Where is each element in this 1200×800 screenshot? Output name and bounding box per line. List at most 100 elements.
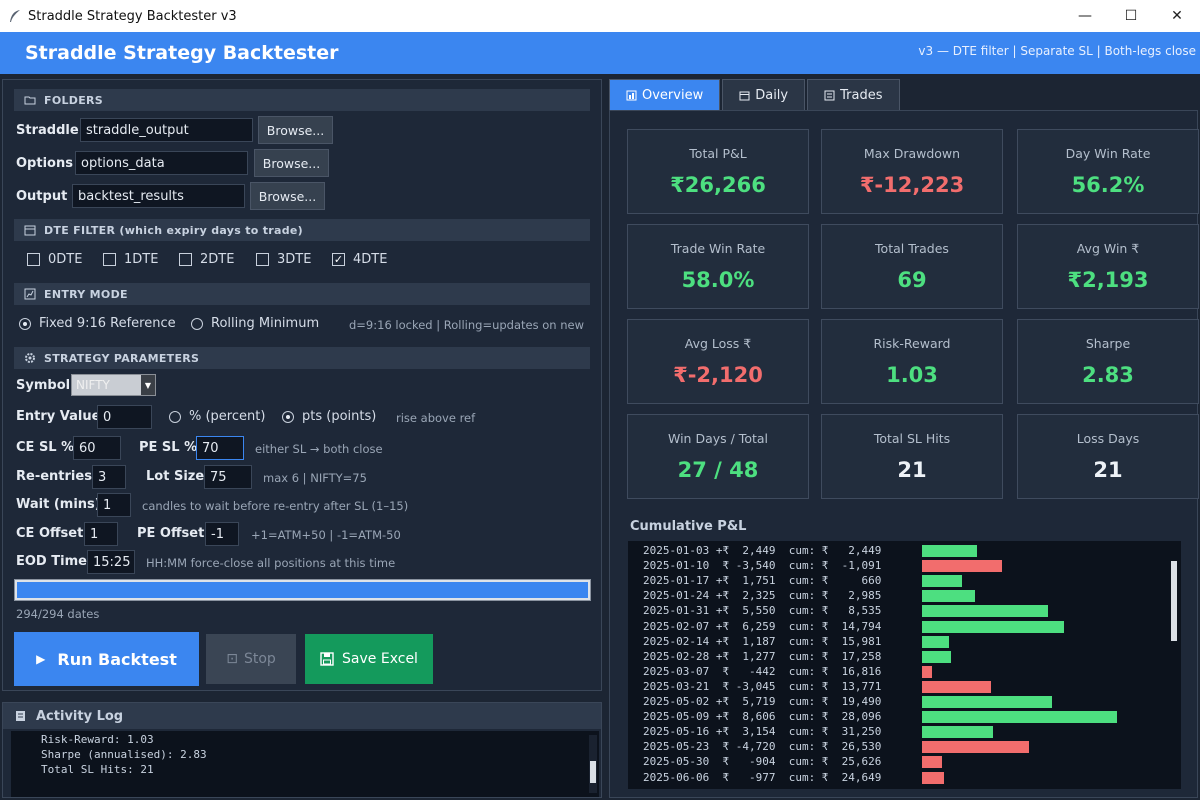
symbol-select[interactable]: NIFTY ▼ — [71, 374, 156, 396]
percent-radio[interactable]: % (percent) — [169, 409, 265, 424]
close-button[interactable]: ✕ — [1154, 0, 1200, 32]
loss-bar — [922, 771, 944, 784]
pe-sl-label: PE SL % — [139, 440, 198, 455]
profit-bar — [922, 545, 977, 557]
maximize-button[interactable]: ☐ — [1108, 0, 1154, 32]
gear-icon — [25, 353, 35, 363]
tab-daily[interactable]: Daily — [722, 79, 806, 110]
eod-time-input[interactable]: 15:25 — [87, 550, 135, 574]
output-browse-button[interactable]: Browse... — [250, 182, 325, 210]
cumulative-row: 2025-03-21 ₹ -3,045 cum: ₹ 13,771 — [628, 679, 1181, 694]
cumulative-row-text: 2025-01-17 +₹ 1,751 cum: ₹ 660 — [643, 574, 882, 588]
activity-log-text[interactable]: Risk-Reward: 1.03 Sharpe (annualised): 2… — [11, 731, 599, 797]
entry-value-input[interactable]: 0 — [97, 405, 152, 429]
wait-label: Wait (mins) — [16, 497, 101, 512]
log-scrollbar-thumb[interactable] — [590, 761, 596, 783]
output-folder-input[interactable]: backtest_results — [72, 184, 245, 208]
ce-sl-input[interactable]: 60 — [73, 436, 121, 460]
options-browse-button[interactable]: Browse... — [254, 149, 329, 177]
cumulative-row-text: 2025-02-14 +₹ 1,187 cum: ₹ 15,981 — [643, 634, 882, 648]
dte-4-checkbox[interactable]: ✓ 4DTE — [332, 252, 387, 267]
cumulative-row-text: 2025-05-02 +₹ 5,719 cum: ₹ 19,490 — [643, 695, 882, 708]
wait-input[interactable]: 1 — [97, 493, 131, 517]
stat-value: 2.83 — [1082, 363, 1134, 387]
stat-label: Total SL Hits — [873, 431, 951, 446]
output-label: Output — [16, 189, 68, 204]
profit-bar — [922, 711, 1117, 724]
app-header: Straddle Strategy Backtester v3 — DTE fi… — [0, 32, 1200, 74]
cumulative-row-text: 2025-01-03 +₹ 2,449 cum: ₹ 2,449 — [643, 544, 882, 557]
chevron-down-icon: ▼ — [141, 375, 155, 395]
run-backtest-button[interactable]: ▶ Run Backtest — [14, 632, 199, 686]
straddle-browse-button[interactable]: Browse... — [258, 116, 333, 144]
dte-2-checkbox[interactable]: 2DTE — [179, 252, 234, 267]
cumulative-row: 2025-02-14 +₹ 1,187 cum: ₹ 15,981 — [628, 634, 1181, 649]
stat-label: Day Win Rate — [1065, 146, 1151, 161]
chart-icon — [24, 288, 36, 300]
profit-bar — [922, 605, 1048, 618]
rolling-minimum-radio[interactable]: Rolling Minimum — [191, 316, 319, 331]
stat-value: ₹-12,223 — [859, 173, 965, 197]
dte-1-checkbox[interactable]: 1DTE — [103, 252, 158, 267]
minimize-button[interactable]: — — [1062, 0, 1108, 32]
eod-time-label: EOD Time — [16, 554, 87, 569]
options-folder-input[interactable]: options_data — [75, 151, 248, 175]
stat-card: Total SL Hits 21 — [821, 414, 1003, 499]
cumulative-row: 2025-01-31 +₹ 5,550 cum: ₹ 8,535 — [628, 603, 1181, 618]
cumulative-row-text: 2025-05-09 +₹ 8,606 cum: ₹ 28,096 — [643, 710, 882, 724]
stat-card: Total P&L ₹26,266 — [627, 129, 809, 214]
cumulative-row: 2025-02-28 +₹ 1,277 cum: ₹ 17,258 — [628, 649, 1181, 664]
options-label: Options — [16, 156, 73, 171]
entry-value-label: Entry Value — [16, 409, 101, 424]
save-excel-button[interactable]: Save Excel — [305, 634, 433, 684]
stat-value: 27 / 48 — [677, 458, 759, 482]
cumulative-pnl-list[interactable]: 2025-01-03 +₹ 2,449 cum: ₹ 2,449 2025-01-… — [628, 541, 1181, 789]
pe-offset-input[interactable]: -1 — [205, 522, 239, 546]
cumulative-row-text: 2025-02-28 +₹ 1,277 cum: ₹ 17,258 — [643, 649, 882, 663]
points-radio[interactable]: pts (points) — [282, 409, 376, 424]
stat-value: 56.2% — [1071, 173, 1145, 197]
stat-value: 21 — [897, 458, 927, 482]
stat-card: Win Days / Total 27 / 48 — [627, 414, 809, 499]
reentries-input[interactable]: 3 — [92, 465, 126, 489]
results-tabs: Overview Daily Trades — [609, 79, 902, 111]
cumulative-row: 2025-05-16 +₹ 3,154 cum: ₹ 31,250 — [628, 724, 1181, 739]
stat-card: Avg Loss ₹ ₹-2,120 — [627, 319, 809, 404]
app-window: Straddle Strategy Backtester v3 — ☐ ✕ St… — [0, 0, 1200, 800]
app-subtitle: v3 — DTE filter | Separate SL | Both-leg… — [918, 44, 1196, 58]
folders-section-header: FOLDERS — [14, 89, 590, 111]
stat-label: Trade Win Rate — [670, 241, 766, 256]
lot-hint: max 6 | NIFTY=75 — [263, 471, 367, 485]
dte-0-checkbox[interactable]: 0DTE — [27, 252, 82, 267]
sl-hint: either SL → both close — [255, 442, 383, 456]
stat-value: 21 — [1093, 458, 1123, 482]
tab-overview[interactable]: Overview — [609, 79, 721, 110]
app-title: Straddle Strategy Backtester — [25, 42, 339, 64]
pe-sl-input[interactable]: 70 — [196, 436, 244, 460]
stat-label: Win Days / Total — [668, 431, 768, 446]
log-line: Risk-Reward: 1.03 — [41, 733, 154, 746]
ce-offset-input[interactable]: 1 — [84, 522, 118, 546]
pe-offset-label: PE Offset — [137, 526, 205, 541]
config-panel: FOLDERS Straddle straddle_output Browse.… — [2, 79, 602, 691]
dte-3-checkbox[interactable]: 3DTE — [256, 252, 311, 267]
stop-button[interactable]: ⊡ Stop — [206, 634, 296, 684]
activity-log-panel: Activity Log Risk-Reward: 1.03 Sharpe (a… — [2, 702, 602, 798]
check-mark-icon: ✓ — [332, 253, 345, 266]
lot-size-input[interactable]: 75 — [204, 465, 252, 489]
cumulative-row: 2025-01-24 +₹ 2,325 cum: ₹ 2,985 — [628, 588, 1181, 603]
cumulative-row: 2025-05-09 +₹ 8,606 cum: ₹ 28,096 — [628, 709, 1181, 724]
symbol-label: Symbol — [16, 378, 71, 393]
loss-bar — [922, 560, 1002, 573]
stat-value: ₹-2,120 — [673, 363, 763, 387]
straddle-folder-input[interactable]: straddle_output — [80, 118, 253, 142]
loss-bar — [922, 756, 942, 769]
tab-trades[interactable]: Trades — [807, 79, 900, 110]
play-icon: ▶ — [36, 652, 46, 666]
log-scrollbar[interactable] — [589, 735, 597, 793]
cumulative-row: 2025-01-03 +₹ 2,449 cum: ₹ 2,449 — [628, 543, 1181, 558]
cumulative-row-text: 2025-05-30 ₹ -904 cum: ₹ 25,626 — [643, 755, 882, 769]
fixed-reference-radio[interactable]: Fixed 9:16 Reference — [19, 316, 176, 331]
cumulative-row-text: 2025-01-31 +₹ 5,550 cum: ₹ 8,535 — [643, 604, 882, 618]
reentries-label: Re-entries — [16, 469, 92, 484]
